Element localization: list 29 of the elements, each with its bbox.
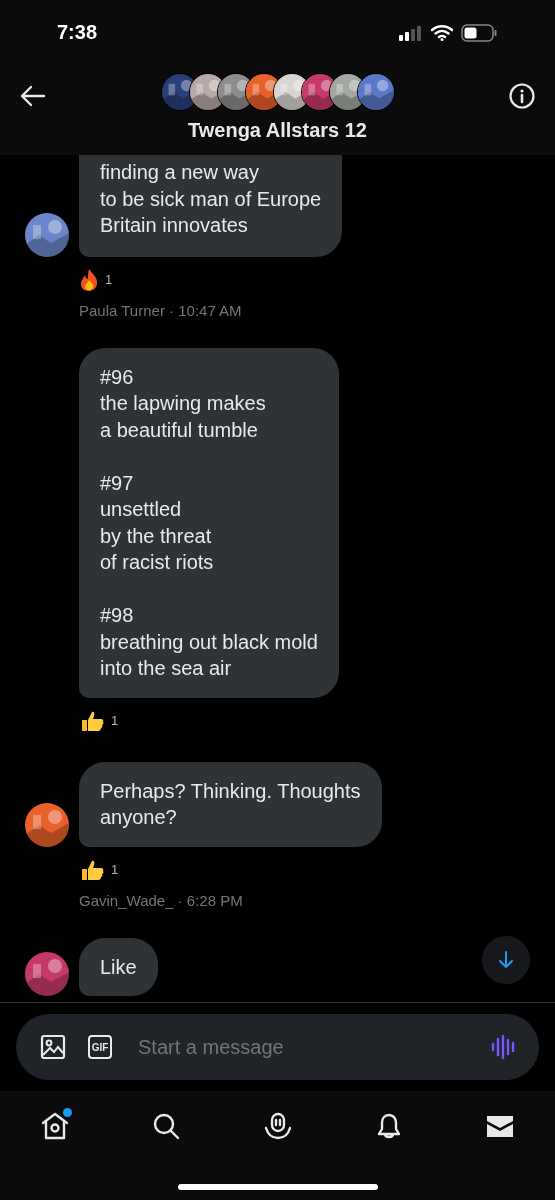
status-time: 7:38 [57,21,98,44]
back-button[interactable] [20,83,46,109]
info-button[interactable] [509,83,535,109]
reaction-count: 1 [105,272,113,287]
battery-icon [461,23,497,42]
gif-button[interactable]: GIF [88,1035,112,1059]
message-meta: Gavin_Wade_ · 6:28 PM [79,891,244,909]
home-icon [40,1111,70,1141]
voice-icon[interactable] [491,1034,517,1060]
arrow-down-icon [497,950,515,970]
reaction-count: 1 [111,862,119,877]
message-input[interactable]: Start a message [134,1035,469,1059]
scroll-down-button[interactable] [482,936,530,984]
microphone-icon [262,1111,293,1141]
message-bubble: Perhaps? Thinking. Thoughts anyone? [79,761,382,847]
message-bubble: finding a new way to be sick man of Europe Britain innovates [79,155,343,257]
image-icon[interactable] [40,1034,66,1060]
search-icon [152,1112,181,1140]
info-icon [509,83,535,109]
conversation-title: Twenga Allstars 12 [188,119,367,142]
fire-icon [79,267,99,292]
message-bubble: #96 the lapwing makes a beautiful tumble #97 unsettled by the threat of racist riots #98 breathing out black mold into the sea air [79,347,339,698]
arrow-left-icon [20,85,46,107]
message-meta: Paula Turner · 10:47 AM [79,301,243,319]
reaction-count: 1 [111,713,119,728]
wifi-icon [431,24,453,41]
notification-dot [63,1108,72,1117]
signal-icon [399,24,423,41]
message-bubble: Like [79,937,158,996]
